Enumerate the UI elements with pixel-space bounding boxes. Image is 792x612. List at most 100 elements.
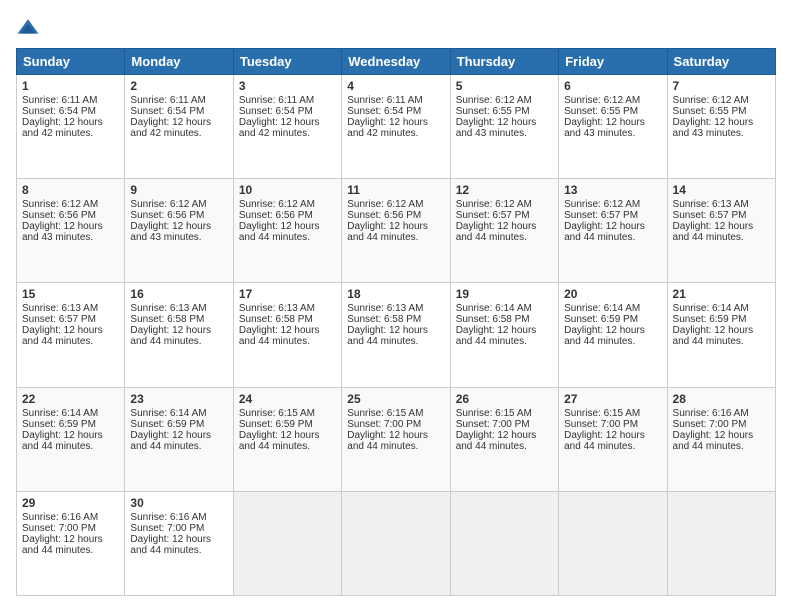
col-header-thursday: Thursday bbox=[450, 49, 558, 75]
calendar-cell: 16Sunrise: 6:13 AMSunset: 6:58 PMDayligh… bbox=[125, 283, 233, 387]
daylight-minutes: and 43 minutes. bbox=[673, 128, 744, 139]
daylight-minutes: and 44 minutes. bbox=[347, 232, 418, 243]
daylight-minutes: and 44 minutes. bbox=[239, 232, 310, 243]
sunrise-text: Sunrise: 6:14 AM bbox=[564, 303, 640, 314]
calendar-cell bbox=[667, 491, 775, 595]
calendar-cell: 13Sunrise: 6:12 AMSunset: 6:57 PMDayligh… bbox=[559, 179, 667, 283]
sunrise-text: Sunrise: 6:11 AM bbox=[347, 95, 422, 106]
calendar-cell: 7Sunrise: 6:12 AMSunset: 6:55 PMDaylight… bbox=[667, 75, 775, 179]
calendar-cell: 5Sunrise: 6:12 AMSunset: 6:55 PMDaylight… bbox=[450, 75, 558, 179]
daylight-hours: Daylight: 12 hours bbox=[673, 430, 754, 441]
daylight-minutes: and 44 minutes. bbox=[564, 232, 635, 243]
calendar-body: 1Sunrise: 6:11 AMSunset: 6:54 PMDaylight… bbox=[17, 75, 776, 596]
calendar-cell: 1Sunrise: 6:11 AMSunset: 6:54 PMDaylight… bbox=[17, 75, 125, 179]
sunset-text: Sunset: 6:54 PM bbox=[347, 106, 421, 117]
daylight-hours: Daylight: 12 hours bbox=[239, 430, 320, 441]
daylight-hours: Daylight: 12 hours bbox=[456, 430, 537, 441]
day-number: 11 bbox=[347, 183, 444, 197]
calendar-cell: 11Sunrise: 6:12 AMSunset: 6:56 PMDayligh… bbox=[342, 179, 450, 283]
sunset-text: Sunset: 6:58 PM bbox=[347, 314, 421, 325]
sunrise-text: Sunrise: 6:15 AM bbox=[456, 408, 532, 419]
sunset-text: Sunset: 7:00 PM bbox=[130, 523, 204, 534]
sunset-text: Sunset: 6:54 PM bbox=[239, 106, 313, 117]
sunrise-text: Sunrise: 6:12 AM bbox=[564, 95, 640, 106]
calendar-cell bbox=[342, 491, 450, 595]
calendar-cell: 21Sunrise: 6:14 AMSunset: 6:59 PMDayligh… bbox=[667, 283, 775, 387]
day-number: 16 bbox=[130, 287, 227, 301]
calendar-cell: 19Sunrise: 6:14 AMSunset: 6:58 PMDayligh… bbox=[450, 283, 558, 387]
daylight-hours: Daylight: 12 hours bbox=[564, 221, 645, 232]
sunrise-text: Sunrise: 6:13 AM bbox=[347, 303, 423, 314]
day-number: 12 bbox=[456, 183, 553, 197]
sunrise-text: Sunrise: 6:11 AM bbox=[22, 95, 97, 106]
daylight-hours: Daylight: 12 hours bbox=[564, 430, 645, 441]
sunrise-text: Sunrise: 6:12 AM bbox=[239, 199, 315, 210]
sunrise-text: Sunrise: 6:13 AM bbox=[130, 303, 206, 314]
logo-icon bbox=[16, 16, 40, 40]
sunrise-text: Sunrise: 6:15 AM bbox=[239, 408, 315, 419]
sunrise-text: Sunrise: 6:13 AM bbox=[673, 199, 749, 210]
sunset-text: Sunset: 6:58 PM bbox=[456, 314, 530, 325]
calendar-cell bbox=[559, 491, 667, 595]
sunrise-text: Sunrise: 6:16 AM bbox=[130, 512, 206, 523]
sunset-text: Sunset: 6:57 PM bbox=[564, 210, 638, 221]
daylight-minutes: and 44 minutes. bbox=[456, 232, 527, 243]
daylight-hours: Daylight: 12 hours bbox=[130, 117, 211, 128]
calendar-cell: 26Sunrise: 6:15 AMSunset: 7:00 PMDayligh… bbox=[450, 387, 558, 491]
sunset-text: Sunset: 6:59 PM bbox=[564, 314, 638, 325]
col-header-friday: Friday bbox=[559, 49, 667, 75]
calendar-cell: 23Sunrise: 6:14 AMSunset: 6:59 PMDayligh… bbox=[125, 387, 233, 491]
daylight-minutes: and 44 minutes. bbox=[673, 441, 744, 452]
daylight-minutes: and 44 minutes. bbox=[347, 336, 418, 347]
sunset-text: Sunset: 6:55 PM bbox=[673, 106, 747, 117]
daylight-hours: Daylight: 12 hours bbox=[22, 430, 103, 441]
sunset-text: Sunset: 6:56 PM bbox=[22, 210, 96, 221]
col-header-wednesday: Wednesday bbox=[342, 49, 450, 75]
calendar-cell bbox=[233, 491, 341, 595]
calendar-week-2: 8 Sunrise: 6:12 AM Sunset: 6:56 PM Daylight… bbox=[17, 179, 776, 283]
day-number: 17 bbox=[239, 287, 336, 301]
day-number: 1 bbox=[22, 79, 119, 93]
day-number: 15 bbox=[22, 287, 119, 301]
calendar-cell bbox=[450, 491, 558, 595]
day-number: 19 bbox=[456, 287, 553, 301]
daylight-hours: Daylight: 12 hours bbox=[673, 221, 754, 232]
calendar-header-row: SundayMondayTuesdayWednesdayThursdayFrid… bbox=[17, 49, 776, 75]
day-number: 23 bbox=[130, 392, 227, 406]
day-number: 20 bbox=[564, 287, 661, 301]
day-number: 21 bbox=[673, 287, 770, 301]
daylight-hours: Daylight: 12 hours bbox=[456, 117, 537, 128]
day-number: 30 bbox=[130, 496, 227, 510]
sunrise-text: Sunrise: 6:14 AM bbox=[22, 408, 98, 419]
calendar-week-1: 1Sunrise: 6:11 AMSunset: 6:54 PMDaylight… bbox=[17, 75, 776, 179]
calendar-cell: 8Sunrise: 6:12 AMSunset: 6:56 PMDaylight… bbox=[17, 179, 125, 283]
daylight-minutes: and 44 minutes. bbox=[22, 336, 93, 347]
col-header-sunday: Sunday bbox=[17, 49, 125, 75]
col-header-tuesday: Tuesday bbox=[233, 49, 341, 75]
daylight-minutes: and 43 minutes. bbox=[130, 232, 201, 243]
calendar-cell: 15Sunrise: 6:13 AMSunset: 6:57 PMDayligh… bbox=[17, 283, 125, 387]
day-number: 3 bbox=[239, 79, 336, 93]
calendar-cell: 20Sunrise: 6:14 AMSunset: 6:59 PMDayligh… bbox=[559, 283, 667, 387]
daylight-minutes: and 44 minutes. bbox=[347, 441, 418, 452]
col-header-saturday: Saturday bbox=[667, 49, 775, 75]
sunrise-text: Sunrise: 6:12 AM bbox=[564, 199, 640, 210]
day-number: 8 bbox=[22, 183, 119, 197]
sunrise-text: Sunrise: 6:15 AM bbox=[564, 408, 640, 419]
sunset-text: Sunset: 6:58 PM bbox=[239, 314, 313, 325]
sunset-text: Sunset: 6:56 PM bbox=[130, 210, 204, 221]
calendar-cell: 10Sunrise: 6:12 AMSunset: 6:56 PMDayligh… bbox=[233, 179, 341, 283]
sunrise-text: Sunrise: 6:11 AM bbox=[239, 95, 314, 106]
daylight-hours: Daylight: 12 hours bbox=[239, 117, 320, 128]
daylight-minutes: and 44 minutes. bbox=[239, 336, 310, 347]
daylight-hours: Daylight: 12 hours bbox=[130, 325, 211, 336]
daylight-minutes: and 42 minutes. bbox=[239, 128, 310, 139]
sunset-text: Sunset: 6:59 PM bbox=[130, 419, 204, 430]
day-number: 4 bbox=[347, 79, 444, 93]
sunrise-text: Sunrise: 6:14 AM bbox=[456, 303, 532, 314]
daylight-minutes: and 44 minutes. bbox=[22, 441, 93, 452]
calendar-cell: 25Sunrise: 6:15 AMSunset: 7:00 PMDayligh… bbox=[342, 387, 450, 491]
sunrise-text: Sunrise: 6:13 AM bbox=[239, 303, 315, 314]
day-number: 29 bbox=[22, 496, 119, 510]
day-number: 25 bbox=[347, 392, 444, 406]
